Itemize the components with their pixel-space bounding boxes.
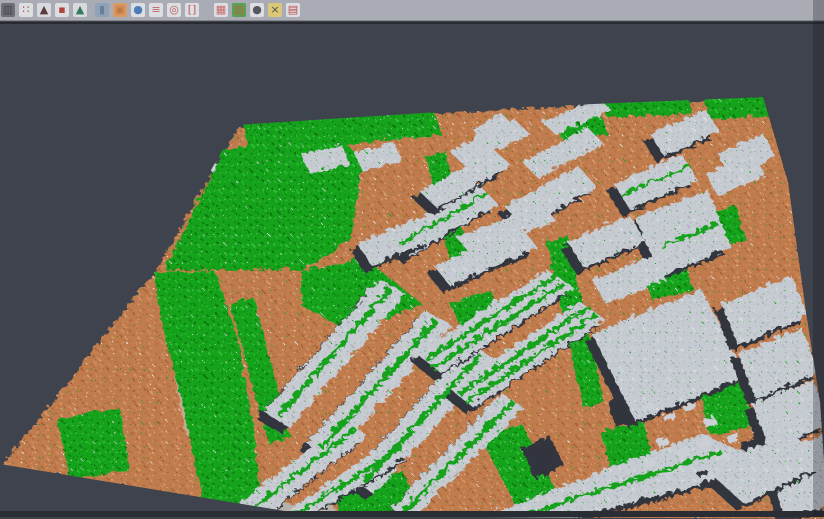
app-window: { "toolbar": { "bg": "#a9acb4", "icons":…	[0, 0, 824, 517]
cross-tool-icon[interactable]: ×	[268, 3, 282, 17]
texture-patch-icon[interactable]: ▥	[1, 3, 15, 17]
layers-icon[interactable]: ≡	[149, 3, 163, 17]
sphere-icon[interactable]: ●	[250, 3, 264, 17]
striped-flag-icon[interactable]: ▤	[286, 3, 300, 17]
green-mountain-icon[interactable]: ▲	[73, 3, 87, 17]
window-bottom-edge	[0, 511, 824, 517]
snapshot-marker-icon[interactable]: ▪	[55, 3, 69, 17]
3d-viewport[interactable]	[0, 22, 824, 517]
toolbar: ▥ ∷ ▲ ▪ ▲ ▮ ▣ ● ≡ ◎ [] ▦ ▨ ● × ▤	[0, 0, 824, 21]
orange-square-icon[interactable]: ▣	[113, 3, 127, 17]
ring-target-icon[interactable]: ◎	[167, 3, 181, 17]
point-cloud-canvas	[0, 2, 824, 519]
classification-colors-icon[interactable]: ▨	[232, 3, 246, 17]
selection-brackets-icon[interactable]: []	[185, 3, 199, 17]
dark-mountain-icon[interactable]: ▲	[37, 3, 51, 17]
panel-icon[interactable]: ▮	[95, 3, 109, 17]
globe-icon[interactable]: ●	[131, 3, 145, 17]
colored-points-icon[interactable]: ∷	[19, 3, 33, 17]
grid-checker-icon[interactable]: ▦	[214, 3, 228, 17]
